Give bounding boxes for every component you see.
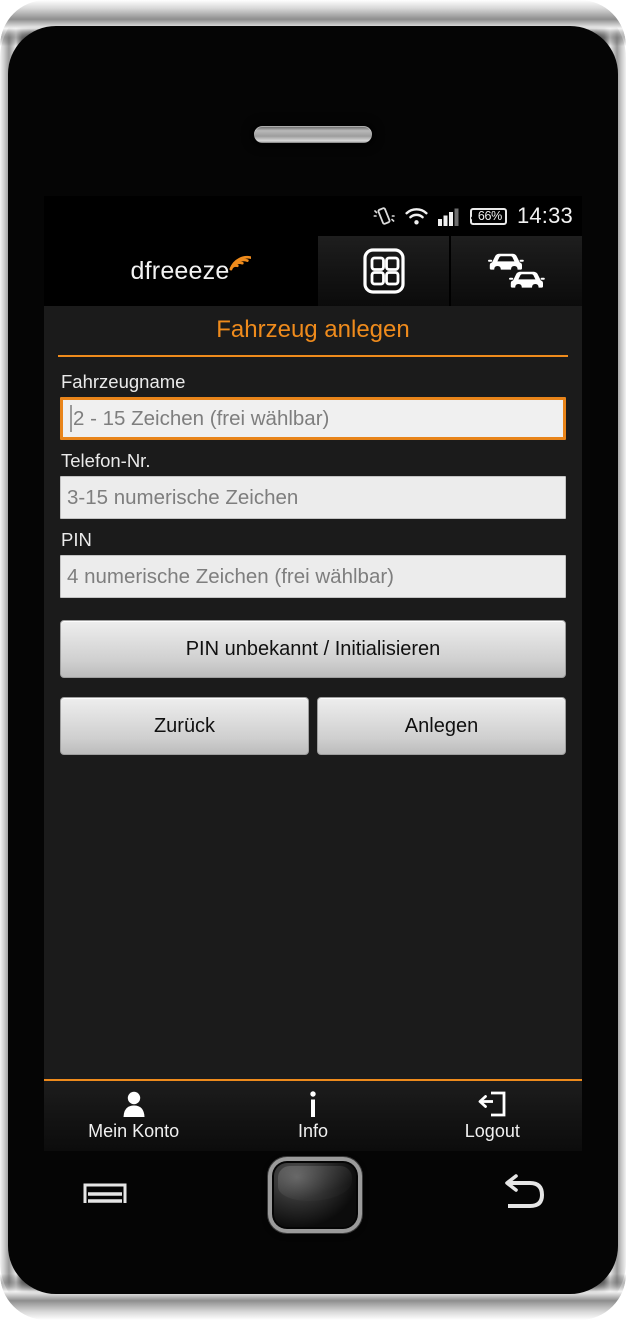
app-header: dfreeeze xyxy=(44,236,582,306)
back-button[interactable]: Zurück xyxy=(60,697,309,755)
battery-icon: 66% xyxy=(469,207,507,225)
brand-area: dfreeeze xyxy=(44,236,316,306)
menu-icon xyxy=(83,1183,127,1203)
phone-face: 66% 14:33 dfreeeze Fahrzeug anlegen Fahr… xyxy=(8,26,618,1294)
menu-button[interactable] xyxy=(77,1171,133,1220)
back-arrow-icon xyxy=(505,1173,545,1208)
nav-label-logout: Logout xyxy=(464,1121,520,1141)
grid-menu-icon xyxy=(362,248,405,294)
logout-icon xyxy=(478,1091,506,1117)
nav-label-info: Info xyxy=(297,1121,328,1141)
vibrate-icon xyxy=(373,206,395,226)
label-telefon-nr: Telefon-Nr. xyxy=(61,450,151,471)
input-fahrzeugname[interactable]: 2 - 15 Zeichen (frei wählbar) xyxy=(60,397,566,440)
signal-bars-icon xyxy=(437,207,460,226)
input-telefon-nr[interactable]: 3-15 numerische Zeichen xyxy=(60,476,566,519)
info-icon xyxy=(310,1091,316,1117)
create-button[interactable]: Anlegen xyxy=(317,697,566,755)
status-bar: 66% 14:33 xyxy=(44,196,582,236)
page-title: Fahrzeug anlegen xyxy=(216,316,410,343)
brand-name: dfreeeze xyxy=(130,256,230,285)
input-fahrzeugname-placeholder: 2 - 15 Zeichen (frei wählbar) xyxy=(73,406,330,430)
phone-screen: 66% 14:33 dfreeeze Fahrzeug anlegen Fahr… xyxy=(44,196,582,1151)
earpiece-speaker xyxy=(254,126,372,143)
label-pin: PIN xyxy=(61,529,92,550)
two-cars-icon xyxy=(487,253,545,288)
button-row: Zurück Anlegen xyxy=(60,697,566,755)
label-fahrzeugname: Fahrzeugname xyxy=(61,371,186,392)
brand-logo: dfreeeze xyxy=(130,255,255,286)
status-clock: 14:33 xyxy=(516,203,573,228)
tab-grid-menu[interactable] xyxy=(316,236,449,306)
pin-unknown-button[interactable]: PIN unbekannt / Initialisieren xyxy=(60,620,566,678)
text-caret xyxy=(70,405,72,432)
form-area: Fahrzeugname 2 - 15 Zeichen (frei wählba… xyxy=(44,357,582,755)
back-button-hw[interactable] xyxy=(497,1170,549,1221)
wifi-icon xyxy=(405,207,428,226)
home-button[interactable] xyxy=(271,1160,359,1230)
nav-label-mein-konto: Mein Konto xyxy=(88,1121,180,1141)
input-telefon-nr-placeholder: 3-15 numerische Zeichen xyxy=(67,485,299,509)
battery-level-text: 66% xyxy=(477,209,502,223)
input-pin-placeholder: 4 numerische Zeichen (frei wählbar) xyxy=(67,564,394,588)
signal-wave-icon xyxy=(227,249,255,276)
tab-vehicles[interactable] xyxy=(449,236,582,306)
input-pin[interactable]: 4 numerische Zeichen (frei wählbar) xyxy=(60,555,566,598)
person-icon xyxy=(123,1091,145,1117)
hardware-button-bar xyxy=(8,1140,618,1250)
content-panel: Fahrzeug anlegen Fahrzeugname 2 - 15 Zei… xyxy=(44,306,582,1151)
content-spacer xyxy=(44,755,582,1079)
phone-frame: 66% 14:33 dfreeeze Fahrzeug anlegen Fahr… xyxy=(0,0,626,1320)
